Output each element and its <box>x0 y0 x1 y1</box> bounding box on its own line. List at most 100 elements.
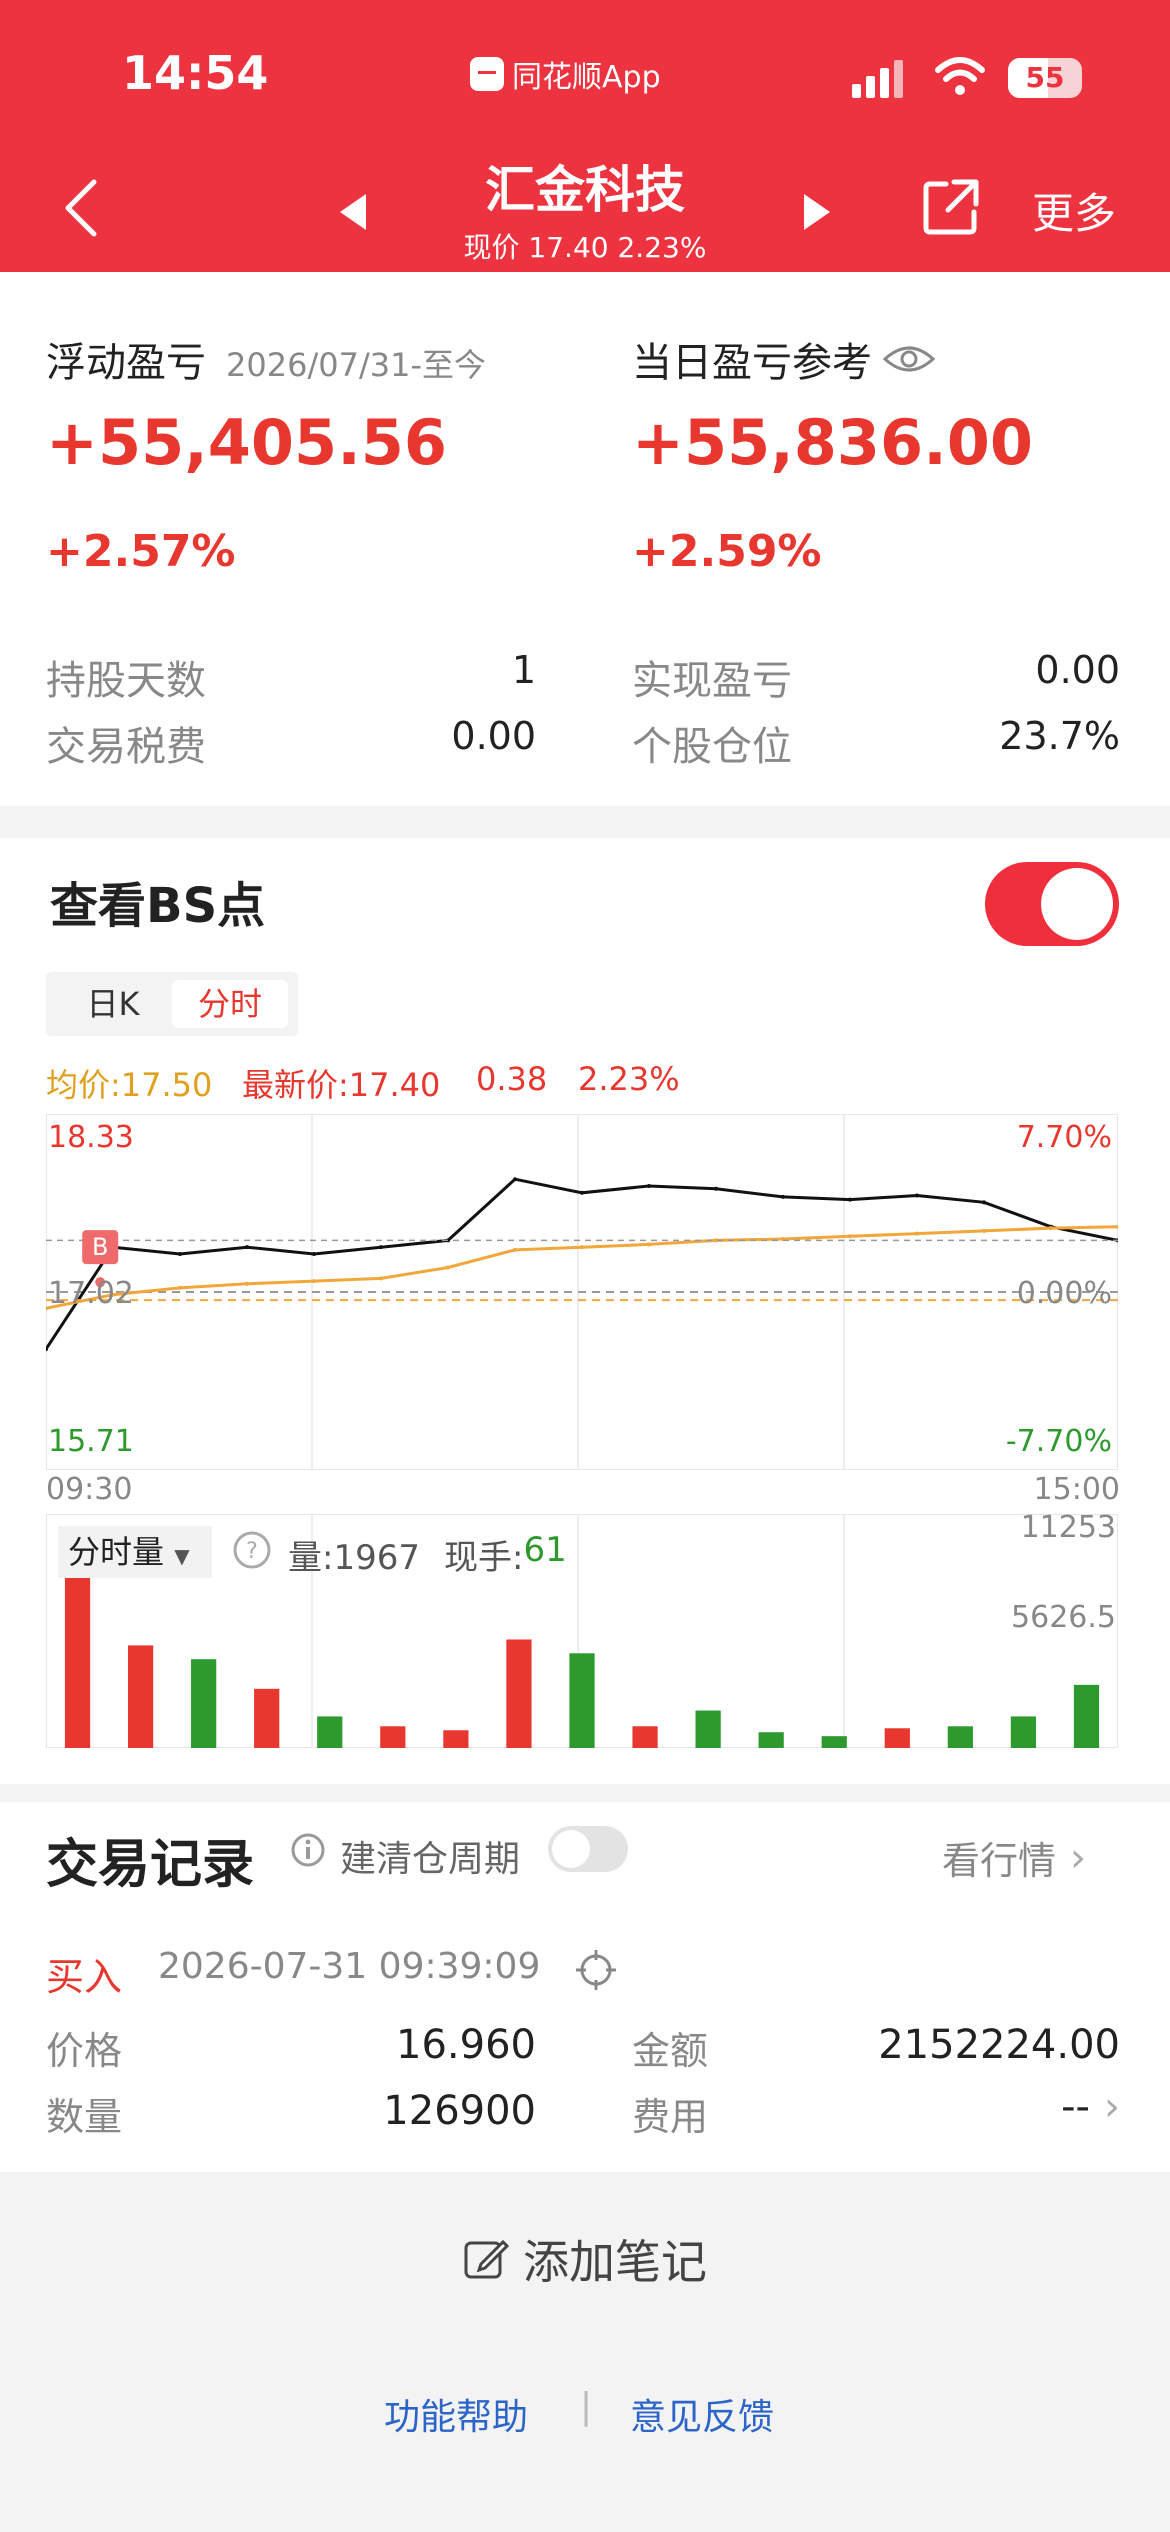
trade-amount-label: 金额 <box>632 2029 709 2073</box>
profit-summary-card: 浮动盈亏 2026/07/31-至今 +55,405.56 +2.57% 当日盈… <box>0 272 1170 806</box>
hand-value: 61 <box>523 1530 567 1570</box>
price-overlay: B <box>46 1177 1118 1352</box>
volume-bar <box>821 1736 847 1748</box>
tab-day-k[interactable]: 日K <box>58 980 168 1028</box>
next-stock-icon[interactable] <box>800 192 834 232</box>
realized-pnl-label: 实现盈亏 <box>632 658 792 704</box>
volume-bar <box>443 1730 469 1748</box>
volume-axis-mid: 5626.5 <box>1011 1600 1116 1635</box>
y-axis-high: 18.33 <box>48 1120 134 1155</box>
price-line-point <box>580 1190 584 1195</box>
volume-bar <box>254 1688 280 1748</box>
view-market-label: 看行情 <box>942 1839 1057 1883</box>
help-link[interactable]: 功能帮助 <box>384 2388 528 2440</box>
feedback-link[interactable]: 意见反馈 <box>630 2388 774 2440</box>
status-app-indicator[interactable]: 同花顺App <box>470 52 661 96</box>
view-market-link[interactable]: 看行情 › <box>942 1830 1086 1885</box>
avg-price-line-point <box>379 1276 383 1281</box>
chevron-right-icon: › <box>1104 2084 1120 2130</box>
volume-bar <box>758 1732 784 1748</box>
bs-toggle[interactable] <box>985 862 1119 946</box>
footer-divider: | <box>580 2386 593 2427</box>
floating-pnl-value: +55,405.56 <box>46 406 448 479</box>
tax-fee-label: 交易税费 <box>46 724 206 770</box>
price-line-point <box>379 1245 383 1250</box>
chevron-right-icon: › <box>1070 1834 1087 1881</box>
locate-icon[interactable] <box>574 1948 618 1992</box>
volume-type-label: 分时量 <box>68 1533 165 1571</box>
volume-type-selector[interactable]: 分时量 ▼ <box>58 1526 212 1578</box>
bs-section-title: 查看BS点 <box>50 878 266 934</box>
volume-bar <box>127 1645 154 1748</box>
pct-axis-mid: 0.00% <box>1016 1276 1112 1311</box>
tab-intraday[interactable]: 分时 <box>172 980 288 1028</box>
daily-pnl-label: 当日盈亏参考 <box>632 340 872 386</box>
price-line-point <box>647 1184 651 1189</box>
volume-label: 量:1967 <box>288 1538 420 1578</box>
trade-fee-value: -- <box>1061 2084 1090 2130</box>
status-app-name: 同花顺App <box>512 60 661 95</box>
volume-bar <box>317 1716 343 1748</box>
time-axis-start: 09:30 <box>46 1472 133 1507</box>
volume-bar <box>1010 1716 1037 1748</box>
realized-pnl-value: 0.00 <box>1035 648 1120 692</box>
trade-qty-value: 126900 <box>383 2088 536 2134</box>
signal-icon <box>852 60 903 98</box>
holding-days-label: 持股天数 <box>46 658 206 704</box>
cycle-toggle[interactable] <box>548 1826 628 1872</box>
floating-pnl-date: 2026/07/31-至今 <box>226 346 486 384</box>
volume-bar <box>506 1639 532 1748</box>
avg-price-line-point <box>580 1245 584 1250</box>
volume-bar <box>695 1710 721 1748</box>
edit-note-icon <box>464 2239 509 2279</box>
volume-bar <box>380 1726 406 1748</box>
volume-bars <box>64 1526 1100 1748</box>
trade-type: 买入 <box>46 1955 123 1999</box>
battery-icon: 55 <box>1008 58 1082 98</box>
avg-price-line-point <box>245 1281 249 1286</box>
price-line-point <box>312 1251 316 1256</box>
add-note-label: 添加笔记 <box>523 2235 707 2289</box>
add-note-button[interactable]: 添加笔记 <box>0 2226 1170 2292</box>
avg-price-line-point <box>1049 1226 1053 1231</box>
trade-record-title: 交易记录 <box>46 1835 255 1895</box>
buy-marker-label: B <box>92 1233 108 1261</box>
info-icon[interactable] <box>290 1832 326 1868</box>
trade-amount-value: 2152224.00 <box>878 2022 1120 2068</box>
avg-price-line-point <box>647 1242 651 1247</box>
volume-axis-max: 11253 <box>1020 1510 1116 1545</box>
stock-title: 汇金科技 <box>485 161 685 219</box>
more-button[interactable]: 更多 <box>1032 180 1116 241</box>
volume-bar <box>1073 1684 1100 1748</box>
trade-datetime: 2026-07-31 09:39:09 <box>158 1946 541 1987</box>
avg-price-line-point <box>915 1231 919 1236</box>
battery-level: 55 <box>1025 61 1065 94</box>
eye-icon[interactable] <box>882 341 936 377</box>
help-icon[interactable]: ? <box>232 1530 272 1570</box>
floating-pnl-pct: +2.57% <box>46 526 236 577</box>
share-icon[interactable] <box>922 178 980 236</box>
price-line-point <box>982 1200 986 1205</box>
holding-days-value: 1 <box>511 648 536 692</box>
price-line-point <box>915 1193 919 1198</box>
y-axis-mid: 17.02 <box>48 1276 134 1311</box>
app-header: 14:54 同花顺App 55 汇金科技 现价 17.40 2.23% 更多 <box>0 0 1170 272</box>
app-logo-icon <box>470 57 504 91</box>
avg-price-line-point <box>513 1247 517 1252</box>
trade-price-label: 价格 <box>46 2029 123 2073</box>
trade-price-value: 16.960 <box>396 2022 536 2068</box>
dropdown-caret-icon: ▼ <box>174 1544 190 1568</box>
volume-bar <box>632 1726 658 1748</box>
pct-axis-high: 7.70% <box>1016 1120 1112 1155</box>
stock-price-subtitle: 现价 17.40 2.23% <box>463 231 707 264</box>
avg-price-line-point <box>982 1228 986 1233</box>
position-ratio-value: 23.7% <box>999 714 1120 758</box>
wifi-icon <box>935 57 985 95</box>
pct-axis-low: -7.70% <box>1005 1424 1112 1459</box>
avg-price-line-point <box>446 1265 450 1270</box>
price-line-point <box>513 1177 517 1182</box>
trade-fee-row[interactable]: -- › <box>900 2084 1120 2130</box>
avg-price-line-point <box>312 1279 316 1284</box>
daily-pnl-pct: +2.59% <box>632 526 822 577</box>
legend-avg-price: 均价:17.50 <box>46 1066 213 1104</box>
